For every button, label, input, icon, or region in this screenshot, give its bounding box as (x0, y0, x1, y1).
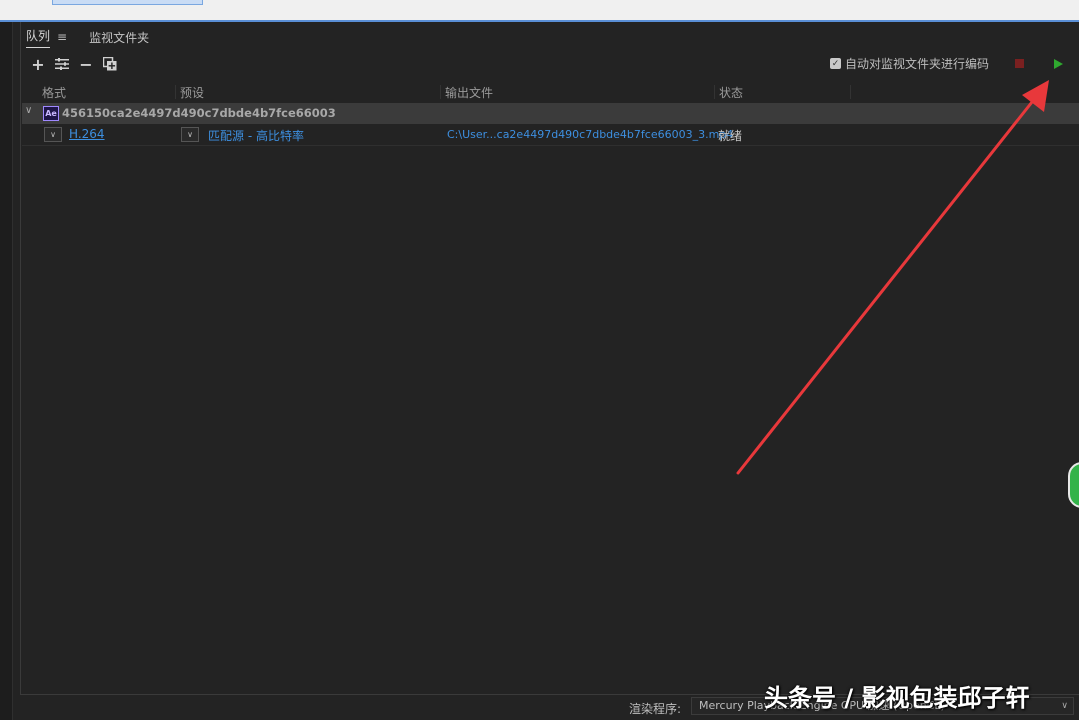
watermark-text: 头条号 / 影视包装邱子轩 (764, 684, 1030, 712)
annotation-arrow (736, 80, 1049, 475)
